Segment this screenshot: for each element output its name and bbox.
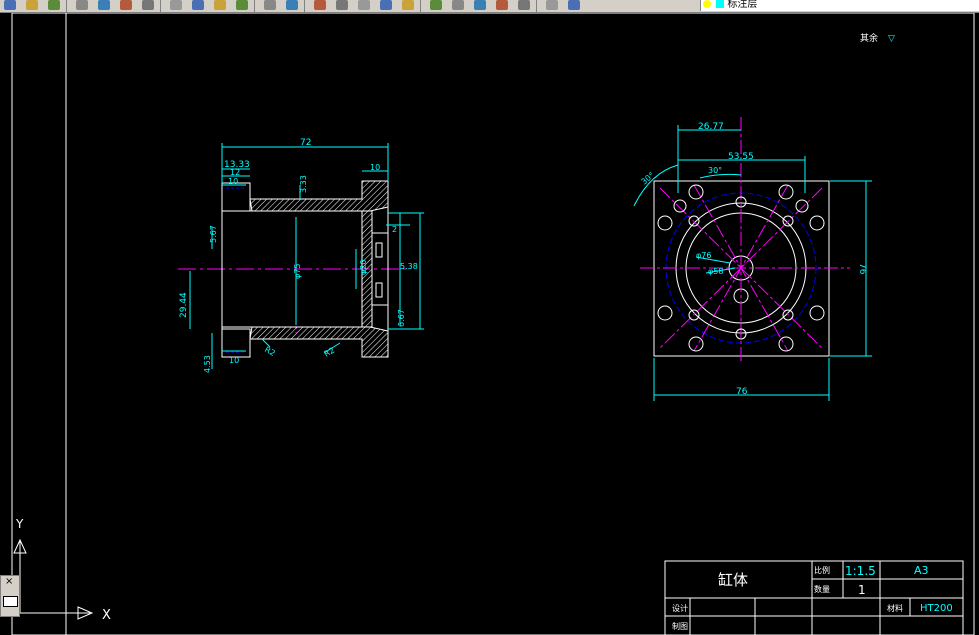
dim-76-height: 76: [857, 263, 867, 275]
save-icon[interactable]: [48, 0, 60, 10]
copy-icon[interactable]: [192, 0, 204, 10]
zoom-window-icon[interactable]: [358, 0, 370, 10]
dim-72: 72: [300, 138, 311, 148]
dim-4-53: 4.53: [203, 355, 212, 373]
lightbulb-icon[interactable]: [703, 0, 711, 8]
floating-panel[interactable]: ×: [0, 575, 20, 617]
toolbar-separator: [160, 0, 161, 12]
undo-icon[interactable]: [264, 0, 276, 10]
layer-color-icon[interactable]: [716, 0, 725, 8]
dim-30b: 30°: [708, 166, 722, 175]
print-icon[interactable]: [76, 0, 88, 10]
qty-label: 数量: [814, 584, 830, 594]
dim-10b: 10: [229, 356, 239, 365]
dim-phi76: φ76: [696, 251, 711, 260]
dim-76-width: 76: [736, 387, 748, 397]
designcenter-icon[interactable]: [430, 0, 442, 10]
dim-r2a: R2: [263, 345, 277, 358]
scale-value: 1:1.5: [845, 564, 876, 578]
sheetset-icon[interactable]: [474, 0, 486, 10]
front-section-view: 72 13.33 12 10 10 3.33 5.67 29.44 4.53 1…: [178, 138, 424, 373]
help-icon[interactable]: [546, 0, 558, 10]
ucs-icon: [13, 538, 94, 620]
markup-icon[interactable]: [496, 0, 508, 10]
dim-26-77: 26.77: [698, 122, 724, 132]
dim-29-44: 29.44: [179, 292, 189, 318]
paper-size: A3: [914, 564, 929, 577]
toolbar-separator: [420, 0, 421, 12]
toolbar-separator: [304, 0, 305, 12]
preview-icon[interactable]: [98, 0, 110, 10]
material-value: HT200: [920, 603, 953, 614]
roughness-note: 其余: [860, 32, 878, 44]
toolbar-separator: [66, 0, 67, 12]
calculator-icon[interactable]: [518, 0, 530, 10]
dim-2: 2: [392, 225, 397, 234]
close-icon[interactable]: ×: [5, 576, 13, 587]
dim-5-38: 5.38: [400, 262, 418, 271]
command-icon[interactable]: [3, 596, 18, 607]
dim-phi58: φ58: [708, 267, 723, 276]
toolbar-separator: [254, 0, 255, 12]
publish-icon[interactable]: [120, 0, 132, 10]
standard-toolbar: 标注层: [0, 0, 979, 13]
check-label: 制图: [672, 621, 688, 631]
matchprop-icon[interactable]: [236, 0, 248, 10]
ucs-y-label: Y: [15, 517, 24, 531]
roughness-symbol: ▽: [888, 34, 895, 44]
dim-53-55: 53.55: [728, 152, 754, 162]
material-label: 材料: [887, 603, 903, 613]
scale-label: 比例: [814, 565, 830, 575]
dim-5-67: 5.67: [209, 225, 218, 243]
dim-10-right: 10: [370, 163, 380, 172]
layer-manager-icon[interactable]: [568, 0, 580, 10]
dim-12: 12: [230, 168, 240, 177]
zoom-previous-icon[interactable]: [380, 0, 392, 10]
dim-6-67: 6.67: [397, 309, 406, 327]
properties-icon[interactable]: [402, 0, 414, 10]
dim-r2b: R2: [323, 346, 337, 359]
layer-dropdown[interactable]: 标注层: [700, 0, 979, 11]
dim-10a: 10: [228, 177, 238, 186]
new-icon[interactable]: [4, 0, 16, 10]
pan-icon[interactable]: [314, 0, 326, 10]
sheet-border: [11, 13, 975, 635]
dim-3-33: 3.33: [299, 175, 308, 193]
layer-name: 标注层: [727, 0, 758, 10]
paste-icon[interactable]: [214, 0, 226, 10]
zoom-realtime-icon[interactable]: [336, 0, 348, 10]
ucs-x-label: X: [102, 608, 111, 623]
design-label: 设计: [672, 603, 688, 613]
toolpalette-icon[interactable]: [452, 0, 464, 10]
toolbar-separator: [536, 0, 537, 12]
qty-value: 1: [858, 583, 866, 597]
open-icon[interactable]: [26, 0, 38, 10]
dim-phi20: φ20: [359, 260, 368, 275]
drawing-canvas[interactable]: 其余 ▽ 72 13.33 12 10 10 3.33 5.67 29.44 4…: [0, 13, 979, 635]
part-name: 缸体: [718, 571, 748, 589]
dim-phi75: φ75: [293, 264, 302, 279]
cut-icon[interactable]: [170, 0, 182, 10]
redo-icon[interactable]: [286, 0, 298, 10]
side-view: 26.77 53.55 30° 30° φ76 φ58 76 76: [633, 117, 872, 401]
plot-icon[interactable]: [142, 0, 154, 10]
